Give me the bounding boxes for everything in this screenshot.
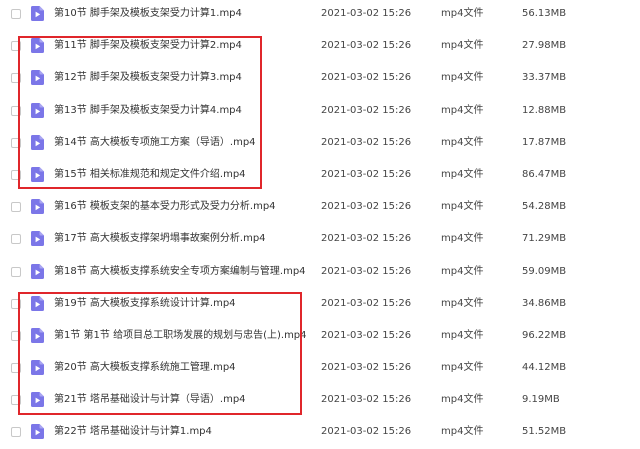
file-name[interactable]: 第20节 高大模板支撑系统施工管理.mp4: [54, 352, 236, 384]
file-name[interactable]: 第11节 脚手架及模板支架受力计算2.mp4: [54, 30, 242, 62]
file-name[interactable]: 第17节 高大模板支撑架坍塌事故案例分析.mp4: [54, 223, 266, 255]
file-row[interactable]: 第15节 相关标准规范和规定文件介绍.mp4 2021-03-02 15:26 …: [0, 159, 640, 191]
file-modified-date: 2021-03-02 15:26: [321, 233, 412, 245]
file-type: mp4文件: [441, 104, 484, 116]
row-checkbox[interactable]: [11, 73, 21, 84]
video-file-icon: [31, 263, 44, 279]
file-row[interactable]: 第17节 高大模板支撑架坍塌事故案例分析.mp4 2021-03-02 15:2…: [0, 223, 640, 255]
file-modified-date: 2021-03-02 15:26: [321, 168, 412, 180]
file-row[interactable]: 第10节 脚手架及模板支架受力计算1.mp4 2021-03-02 15:26 …: [0, 0, 640, 30]
file-name[interactable]: 第13节 脚手架及模板支架受力计算4.mp4: [54, 95, 242, 127]
row-checkbox[interactable]: [11, 298, 21, 309]
file-modified-date: 2021-03-02 15:26: [321, 136, 412, 148]
file-modified-date: 2021-03-02 15:26: [321, 72, 412, 84]
file-row[interactable]: 第13节 脚手架及模板支架受力计算4.mp4 2021-03-02 15:26 …: [0, 95, 640, 127]
file-type: mp4文件: [441, 297, 484, 309]
file-size: 51.52MB: [522, 426, 567, 438]
video-file-icon: [31, 231, 44, 247]
file-modified-date: 2021-03-02 15:26: [321, 8, 412, 19]
row-checkbox[interactable]: [11, 363, 21, 374]
video-file-icon: [31, 102, 44, 118]
video-file-icon: [31, 38, 44, 54]
file-modified-date: 2021-03-02 15:26: [321, 426, 412, 438]
video-file-icon: [31, 70, 44, 86]
file-name[interactable]: 第10节 脚手架及模板支架受力计算1.mp4: [54, 0, 242, 30]
file-size: 27.98MB: [522, 40, 567, 52]
file-name[interactable]: 第18节 高大模板支撑系统安全专项方案编制与管理.mp4: [54, 256, 306, 288]
video-file-icon: [31, 199, 44, 215]
file-type: mp4文件: [441, 201, 484, 213]
file-size: 54.28MB: [522, 201, 567, 213]
row-checkbox[interactable]: [11, 137, 21, 148]
file-modified-date: 2021-03-02 15:26: [321, 265, 412, 277]
file-modified-date: 2021-03-02 15:26: [321, 104, 412, 116]
file-modified-date: 2021-03-02 15:26: [321, 362, 412, 374]
video-file-icon: [31, 327, 44, 343]
file-row[interactable]: 第18节 高大模板支撑系统安全专项方案编制与管理.mp4 2021-03-02 …: [0, 256, 640, 288]
file-size: 96.22MB: [522, 329, 567, 341]
file-size: 56.13MB: [522, 8, 567, 19]
row-checkbox[interactable]: [11, 395, 21, 406]
file-type: mp4文件: [441, 426, 484, 438]
file-modified-date: 2021-03-02 15:26: [321, 297, 412, 309]
file-name[interactable]: 第21节 塔吊基础设计与计算（导语）.mp4: [54, 384, 246, 416]
file-row[interactable]: 第22节 塔吊基础设计与计算1.mp4 2021-03-02 15:26 mp4…: [0, 416, 640, 448]
file-row[interactable]: 第21节 塔吊基础设计与计算（导语）.mp4 2021-03-02 15:26 …: [0, 384, 640, 416]
video-file-icon: [31, 392, 44, 408]
file-type: mp4文件: [441, 72, 484, 84]
file-type: mp4文件: [441, 233, 484, 245]
file-name[interactable]: 第22节 塔吊基础设计与计算1.mp4: [54, 416, 212, 448]
row-checkbox[interactable]: [11, 41, 21, 52]
file-row[interactable]: 第14节 高大模板专项施工方案（导语）.mp4 2021-03-02 15:26…: [0, 127, 640, 159]
file-size: 33.37MB: [522, 72, 567, 84]
file-size: 17.87MB: [522, 136, 567, 148]
file-name[interactable]: 第15节 相关标准规范和规定文件介绍.mp4: [54, 159, 246, 191]
row-checkbox[interactable]: [11, 105, 21, 116]
file-type: mp4文件: [441, 8, 484, 19]
file-row[interactable]: 第19节 高大模板支撑系统设计计算.mp4 2021-03-02 15:26 m…: [0, 288, 640, 320]
file-row[interactable]: 第16节 模板支架的基本受力形式及受力分析.mp4 2021-03-02 15:…: [0, 191, 640, 223]
file-name[interactable]: 第16节 模板支架的基本受力形式及受力分析.mp4: [54, 191, 276, 223]
file-modified-date: 2021-03-02 15:26: [321, 394, 412, 406]
file-modified-date: 2021-03-02 15:26: [321, 329, 412, 341]
file-row[interactable]: 第12节 脚手架及模板支架受力计算3.mp4 2021-03-02 15:26 …: [0, 62, 640, 94]
file-modified-date: 2021-03-02 15:26: [321, 201, 412, 213]
row-checkbox[interactable]: [11, 427, 21, 438]
file-size: 59.09MB: [522, 265, 567, 277]
file-size: 12.88MB: [522, 104, 567, 116]
file-size: 44.12MB: [522, 362, 567, 374]
row-checkbox[interactable]: [11, 330, 21, 341]
file-size: 34.86MB: [522, 297, 567, 309]
row-checkbox[interactable]: [11, 9, 21, 19]
file-type: mp4文件: [441, 329, 484, 341]
file-list: 第10节 脚手架及模板支架受力计算1.mp4 2021-03-02 15:26 …: [0, 0, 640, 449]
row-checkbox[interactable]: [11, 169, 21, 180]
file-size: 86.47MB: [522, 168, 567, 180]
file-type: mp4文件: [441, 265, 484, 277]
row-checkbox[interactable]: [11, 202, 21, 213]
video-file-icon: [31, 166, 44, 182]
file-size: 71.29MB: [522, 233, 567, 245]
video-file-icon: [31, 424, 44, 440]
file-type: mp4文件: [441, 136, 484, 148]
video-file-icon: [31, 360, 44, 376]
file-row[interactable]: 第11节 脚手架及模板支架受力计算2.mp4 2021-03-02 15:26 …: [0, 30, 640, 62]
file-row[interactable]: 第1节 第1节 给项目总工职场发展的规划与忠告(上).mp4 2021-03-0…: [0, 320, 640, 352]
file-size: 9.19MB: [522, 394, 560, 406]
file-type: mp4文件: [441, 394, 484, 406]
video-file-icon: [31, 134, 44, 150]
file-name[interactable]: 第1节 第1节 给项目总工职场发展的规划与忠告(上).mp4: [54, 320, 307, 352]
file-type: mp4文件: [441, 40, 484, 52]
video-file-icon: [31, 6, 44, 21]
file-row[interactable]: 第20节 高大模板支撑系统施工管理.mp4 2021-03-02 15:26 m…: [0, 352, 640, 384]
file-type: mp4文件: [441, 168, 484, 180]
file-type: mp4文件: [441, 362, 484, 374]
video-file-icon: [31, 295, 44, 311]
row-checkbox[interactable]: [11, 234, 21, 245]
file-name[interactable]: 第14节 高大模板专项施工方案（导语）.mp4: [54, 127, 256, 159]
row-checkbox[interactable]: [11, 266, 21, 277]
file-modified-date: 2021-03-02 15:26: [321, 40, 412, 52]
file-name[interactable]: 第19节 高大模板支撑系统设计计算.mp4: [54, 288, 236, 320]
file-name[interactable]: 第12节 脚手架及模板支架受力计算3.mp4: [54, 62, 242, 94]
